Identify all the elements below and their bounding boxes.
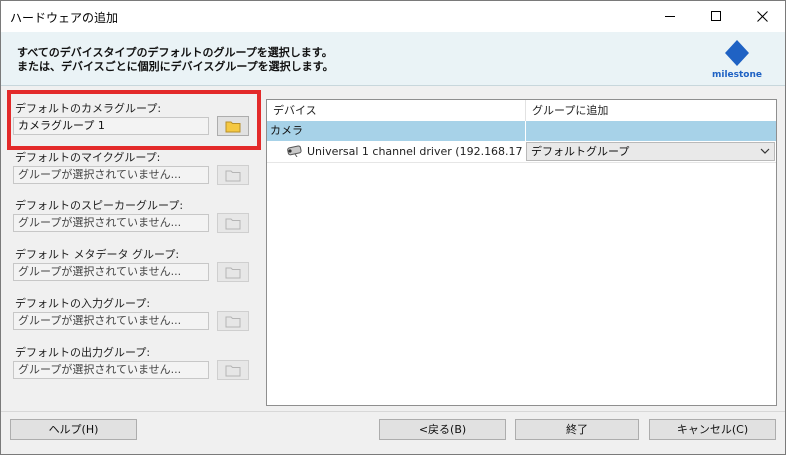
close-button[interactable] — [739, 1, 785, 32]
folder-icon — [225, 365, 241, 376]
category-row-camera[interactable]: カメラ — [267, 121, 776, 141]
finish-button[interactable]: 終了 — [515, 419, 639, 440]
metadata-group-field: グループが選択されていません... — [13, 263, 209, 281]
milestone-logo: milestone — [707, 38, 767, 82]
device-list-header: デバイス グループに追加 — [267, 100, 776, 122]
maximize-button[interactable] — [693, 1, 739, 32]
footer-divider — [1, 411, 785, 412]
group-select[interactable]: デフォルトグループ — [526, 142, 775, 161]
column-divider — [525, 121, 526, 141]
camera-group-browse-button[interactable] — [217, 116, 249, 136]
column-header-add-to-group[interactable]: グループに追加 — [526, 100, 776, 121]
output-group-field: グループが選択されていません... — [13, 361, 209, 379]
folder-icon — [225, 267, 241, 278]
output-group-label: デフォルトの出力グループ: — [15, 346, 151, 359]
maximize-icon — [710, 11, 721, 21]
camera-icon — [287, 145, 302, 157]
category-label: カメラ — [270, 124, 303, 137]
camera-group-field: カメラグループ 1 — [13, 117, 209, 135]
folder-icon — [225, 170, 241, 181]
help-button[interactable]: ヘルプ(H) — [10, 419, 137, 440]
microphone-group-label: デフォルトのマイクグループ: — [15, 151, 161, 164]
table-row[interactable]: Universal 1 channel driver (192.168.179.… — [267, 141, 776, 163]
minimize-icon — [664, 16, 675, 17]
device-name: Universal 1 channel driver (192.168.179.… — [307, 145, 523, 158]
window-title: ハードウェアの追加 — [10, 11, 119, 25]
folder-icon — [225, 121, 241, 132]
minimize-button[interactable] — [647, 1, 693, 32]
speaker-group-browse-button[interactable] — [217, 213, 249, 233]
metadata-group-browse-button[interactable] — [217, 262, 249, 282]
microphone-group-browse-button[interactable] — [217, 165, 249, 185]
chevron-down-icon — [760, 148, 770, 154]
speaker-group-label: デフォルトのスピーカーグループ: — [15, 199, 184, 212]
device-list: デバイス グループに追加 カメラ Universal 1 channel dri… — [266, 99, 777, 406]
cancel-button[interactable]: キャンセル(C) — [649, 419, 776, 440]
input-group-browse-button[interactable] — [217, 311, 249, 331]
close-icon — [756, 11, 768, 22]
column-header-device[interactable]: デバイス — [267, 100, 526, 121]
input-group-field: グループが選択されていません... — [13, 312, 209, 330]
input-group-label: デフォルトの入力グループ: — [15, 297, 151, 310]
output-group-browse-button[interactable] — [217, 360, 249, 380]
folder-icon — [225, 218, 241, 229]
metadata-group-label: デフォルト メタデータ グループ: — [15, 248, 180, 261]
group-select-value: デフォルトグループ — [531, 145, 630, 158]
instruction-line-2: または、デバイスごとに個別にデバイスグループを選択します。 — [17, 60, 334, 73]
milestone-diamond-icon — [725, 40, 749, 66]
microphone-group-field: グループが選択されていません... — [13, 166, 209, 184]
wizard-header: すべてのデバイスタイプのデフォルトのグループを選択します。 または、デバイスごと… — [1, 32, 785, 86]
title-bar: ハードウェアの追加 — [1, 1, 785, 32]
speaker-group-field: グループが選択されていません... — [13, 214, 209, 232]
folder-icon — [225, 316, 241, 327]
camera-group-label: デフォルトのカメラグループ: — [15, 102, 162, 115]
logo-text: milestone — [711, 70, 762, 80]
add-hardware-window: ハードウェアの追加 すべてのデバイスタイプのデフォルトのグループを選択します。 … — [0, 0, 786, 455]
back-button[interactable]: <戻る(B) — [379, 419, 506, 440]
